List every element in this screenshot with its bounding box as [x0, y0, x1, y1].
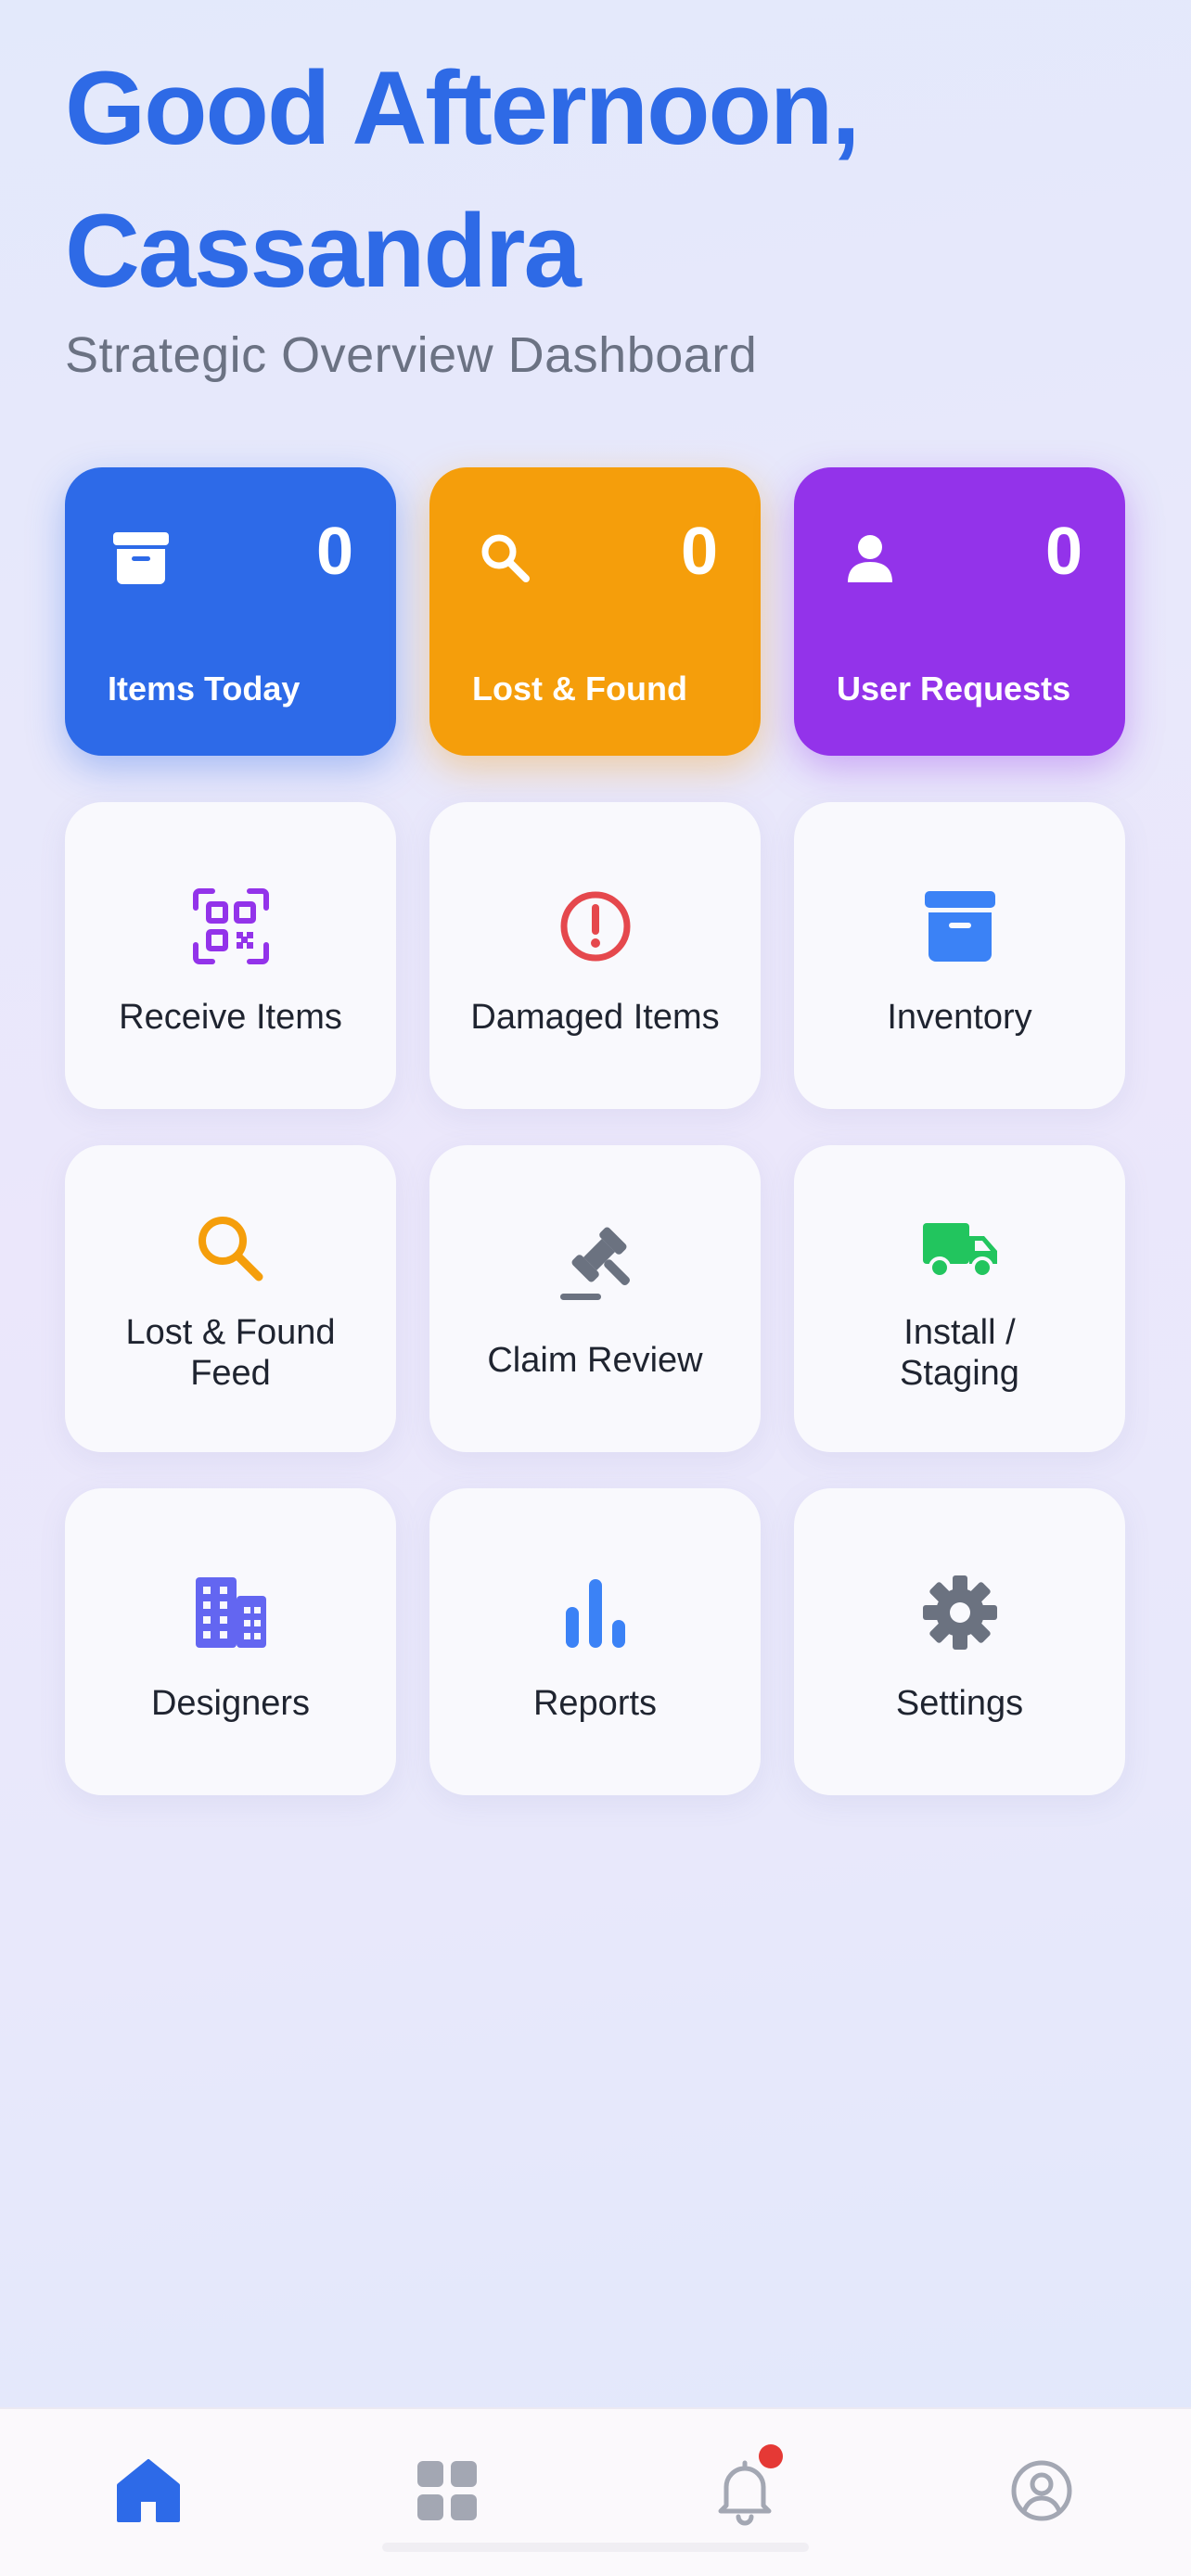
tile-label: Settings — [895, 1684, 1024, 1723]
tile-damaged-items[interactable]: Damaged Items — [429, 802, 761, 1109]
tile-label: Damaged Items — [470, 998, 720, 1037]
gavel-icon — [559, 1227, 630, 1300]
bar-chart-icon — [565, 1579, 625, 1648]
tile-label: Receive Items — [119, 998, 342, 1037]
search-icon — [198, 1217, 263, 1282]
greeting-line-1: Good Afternoon, — [65, 50, 860, 166]
tile-label-line-1: Lost & Found — [125, 1313, 336, 1352]
stat-count: 0 — [315, 515, 353, 589]
alert-circle-icon — [560, 891, 630, 962]
qr-code-icon — [192, 888, 269, 964]
truck-icon — [922, 1223, 997, 1279]
archive-icon — [924, 891, 995, 962]
archive-icon — [113, 532, 169, 584]
profile-icon[interactable] — [1005, 2454, 1079, 2528]
stat-card-lost-found[interactable]: 0 Lost & Found — [429, 467, 761, 756]
notification-badge — [759, 2444, 783, 2468]
tile-label: Reports — [532, 1684, 658, 1723]
tile-lost-found-feed[interactable]: Lost & Found Feed — [65, 1145, 396, 1452]
tile-settings[interactable]: Settings — [794, 1488, 1125, 1795]
tile-inventory[interactable]: Inventory — [794, 802, 1125, 1109]
user-icon — [848, 535, 892, 582]
stat-count: 0 — [1044, 515, 1082, 589]
tile-label-line-2: Feed — [190, 1354, 271, 1393]
home-indicator[interactable] — [382, 2543, 809, 2552]
tile-claim-review[interactable]: Claim Review — [429, 1145, 761, 1452]
tile-reports[interactable]: Reports — [429, 1488, 761, 1795]
tile-label: Lost & Found Feed — [74, 1312, 387, 1394]
home-icon[interactable] — [111, 2454, 186, 2528]
page-subtitle: Strategic Overview Dashboard — [65, 327, 758, 383]
gear-icon — [922, 1575, 997, 1650]
stat-card-user-requests[interactable]: 0 User Requests — [794, 467, 1125, 756]
greeting-name: Cassandra — [65, 193, 582, 309]
stat-label: User Requests — [837, 670, 1071, 708]
stat-label: Lost & Found — [472, 670, 687, 708]
stat-count: 0 — [680, 515, 718, 589]
tile-label-line-2: Staging — [900, 1354, 1019, 1393]
stat-label: Items Today — [108, 670, 301, 708]
greeting-title: Good Afternoon, Cassandra — [65, 37, 992, 323]
tile-install-staging[interactable]: Install / Staging — [794, 1145, 1125, 1452]
tile-designers[interactable]: Designers — [65, 1488, 396, 1795]
grid-icon[interactable] — [410, 2454, 484, 2528]
building-icon — [195, 1577, 266, 1648]
stat-card-items-today[interactable]: 0 Items Today — [65, 467, 396, 756]
tile-label: Designers — [150, 1684, 311, 1723]
search-icon — [481, 534, 530, 582]
tile-label: Inventory — [887, 998, 1032, 1037]
tile-label: Claim Review — [487, 1341, 703, 1380]
tile-label-line-1: Install / — [903, 1313, 1016, 1352]
tile-receive-items[interactable]: Receive Items — [65, 802, 396, 1109]
tile-label: Install / Staging — [803, 1312, 1116, 1394]
